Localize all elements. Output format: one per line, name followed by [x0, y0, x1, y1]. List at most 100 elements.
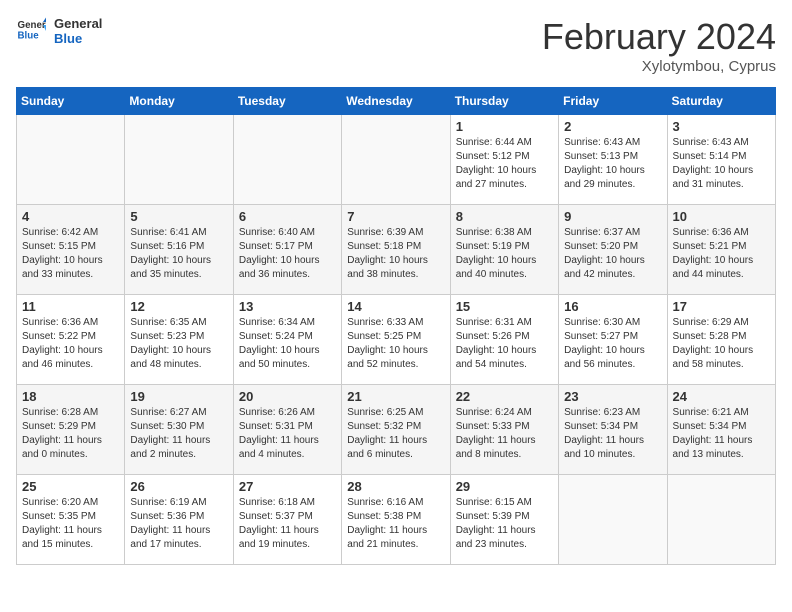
day-info: Sunrise: 6:16 AM Sunset: 5:38 PM Dayligh… — [347, 496, 444, 552]
header-wednesday: Wednesday — [342, 88, 450, 115]
calendar-cell: 25Sunrise: 6:20 AM Sunset: 5:35 PM Dayli… — [17, 475, 125, 565]
day-info: Sunrise: 6:23 AM Sunset: 5:34 PM Dayligh… — [564, 406, 661, 462]
calendar-cell: 29Sunrise: 6:15 AM Sunset: 5:39 PM Dayli… — [450, 475, 558, 565]
calendar-cell — [559, 475, 667, 565]
day-info: Sunrise: 6:26 AM Sunset: 5:31 PM Dayligh… — [239, 406, 336, 462]
calendar-header-row: SundayMondayTuesdayWednesdayThursdayFrid… — [17, 88, 776, 115]
day-number: 9 — [564, 209, 661, 224]
day-number: 5 — [130, 209, 227, 224]
day-number: 24 — [673, 389, 770, 404]
calendar-cell: 19 Sunrise: 6:27 AM Sunset: 5:30 PM Dayli… — [125, 385, 233, 475]
day-info: Sunrise: 6:34 AM Sunset: 5:24 PM Dayligh… — [239, 316, 336, 372]
calendar-cell: 8 Sunrise: 6:38 AM Sunset: 5:19 PM Daylig… — [450, 205, 558, 295]
calendar-cell: 3 Sunrise: 6:43 AM Sunset: 5:14 PM Daylig… — [667, 115, 775, 205]
logo-blue-text: Blue — [54, 31, 102, 46]
day-number: 21 — [347, 389, 444, 404]
day-number: 13 — [239, 299, 336, 314]
day-number: 17 — [673, 299, 770, 314]
day-info: Sunrise: 6:37 AM Sunset: 5:20 PM Dayligh… — [564, 226, 661, 282]
day-info: Sunrise: 6:30 AM Sunset: 5:27 PM Dayligh… — [564, 316, 661, 372]
day-info: Sunrise: 6:36 AM Sunset: 5:22 PM Dayligh… — [22, 316, 119, 372]
calendar-cell: 27 Sunrise: 6:18 AM Sunset: 5:37 PM Dayli… — [233, 475, 341, 565]
day-number: 28 — [347, 479, 444, 494]
calendar-week-4: 18 Sunrise: 6:28 AM Sunset: 5:29 PM Dayli… — [17, 385, 776, 475]
day-info: Sunrise: 6:40 AM Sunset: 5:17 PM Dayligh… — [239, 226, 336, 282]
day-info: Sunrise: 6:24 AM Sunset: 5:33 PM Dayligh… — [456, 406, 553, 462]
day-number: 11 — [22, 299, 119, 314]
day-number: 10 — [673, 209, 770, 224]
day-info: Sunrise: 6:18 AM Sunset: 5:37 PM Dayligh… — [239, 496, 336, 552]
day-number: 18 — [22, 389, 119, 404]
day-info: Sunrise: 6:19 AM Sunset: 5:36 PM Dayligh… — [130, 496, 227, 552]
header-monday: Monday — [125, 88, 233, 115]
day-info: Sunrise: 6:28 AM Sunset: 5:29 PM Dayligh… — [22, 406, 119, 462]
calendar-cell: 15 Sunrise: 6:31 AM Sunset: 5:26 PM Dayli… — [450, 295, 558, 385]
calendar-week-5: 25Sunrise: 6:20 AM Sunset: 5:35 PM Dayli… — [17, 475, 776, 565]
location-subtitle: Xylotymbou, Cyprus — [542, 58, 776, 75]
calendar-cell: 11 Sunrise: 6:36 AM Sunset: 5:22 PM Dayli… — [17, 295, 125, 385]
calendar-cell: 6 Sunrise: 6:40 AM Sunset: 5:17 PM Daylig… — [233, 205, 341, 295]
calendar-cell: 1Sunrise: 6:44 AM Sunset: 5:12 PM Daylig… — [450, 115, 558, 205]
day-number: 1 — [456, 119, 553, 134]
calendar-cell: 28 Sunrise: 6:16 AM Sunset: 5:38 PM Dayli… — [342, 475, 450, 565]
day-info: Sunrise: 6:38 AM Sunset: 5:19 PM Dayligh… — [456, 226, 553, 282]
day-number: 12 — [130, 299, 227, 314]
day-info: Sunrise: 6:25 AM Sunset: 5:32 PM Dayligh… — [347, 406, 444, 462]
day-number: 2 — [564, 119, 661, 134]
day-info: Sunrise: 6:36 AM Sunset: 5:21 PM Dayligh… — [673, 226, 770, 282]
day-number: 20 — [239, 389, 336, 404]
day-info: Sunrise: 6:21 AM Sunset: 5:34 PM Dayligh… — [673, 406, 770, 462]
calendar-cell — [17, 115, 125, 205]
day-info: Sunrise: 6:27 AM Sunset: 5:30 PM Dayligh… — [130, 406, 227, 462]
day-number: 8 — [456, 209, 553, 224]
calendar-cell — [667, 475, 775, 565]
day-number: 23 — [564, 389, 661, 404]
day-info: Sunrise: 6:43 AM Sunset: 5:13 PM Dayligh… — [564, 136, 661, 192]
svg-text:General: General — [18, 20, 47, 31]
logo: General Blue General Blue — [16, 16, 102, 46]
header-tuesday: Tuesday — [233, 88, 341, 115]
day-info: Sunrise: 6:39 AM Sunset: 5:18 PM Dayligh… — [347, 226, 444, 282]
header-saturday: Saturday — [667, 88, 775, 115]
calendar-week-2: 4 Sunrise: 6:42 AM Sunset: 5:15 PM Daylig… — [17, 205, 776, 295]
title-block: February 2024 Xylotymbou, Cyprus — [542, 16, 776, 75]
calendar-week-3: 11 Sunrise: 6:36 AM Sunset: 5:22 PM Dayli… — [17, 295, 776, 385]
header-sunday: Sunday — [17, 88, 125, 115]
calendar-cell: 26Sunrise: 6:19 AM Sunset: 5:36 PM Dayli… — [125, 475, 233, 565]
logo-icon: General Blue — [16, 16, 46, 46]
calendar-cell: 23 Sunrise: 6:23 AM Sunset: 5:34 PM Dayli… — [559, 385, 667, 475]
calendar-cell — [342, 115, 450, 205]
day-info: Sunrise: 6:43 AM Sunset: 5:14 PM Dayligh… — [673, 136, 770, 192]
month-title: February 2024 — [542, 16, 776, 58]
day-number: 16 — [564, 299, 661, 314]
calendar-cell: 24 Sunrise: 6:21 AM Sunset: 5:34 PM Dayli… — [667, 385, 775, 475]
day-number: 19 — [130, 389, 227, 404]
calendar-cell: 10 Sunrise: 6:36 AM Sunset: 5:21 PM Dayli… — [667, 205, 775, 295]
calendar-cell: 21 Sunrise: 6:25 AM Sunset: 5:32 PM Dayli… — [342, 385, 450, 475]
day-info: Sunrise: 6:42 AM Sunset: 5:15 PM Dayligh… — [22, 226, 119, 282]
calendar-cell: 4 Sunrise: 6:42 AM Sunset: 5:15 PM Daylig… — [17, 205, 125, 295]
day-info: Sunrise: 6:41 AM Sunset: 5:16 PM Dayligh… — [130, 226, 227, 282]
day-number: 3 — [673, 119, 770, 134]
calendar-cell: 16 Sunrise: 6:30 AM Sunset: 5:27 PM Dayli… — [559, 295, 667, 385]
day-number: 27 — [239, 479, 336, 494]
day-number: 14 — [347, 299, 444, 314]
calendar-cell: 2 Sunrise: 6:43 AM Sunset: 5:13 PM Daylig… — [559, 115, 667, 205]
header-friday: Friday — [559, 88, 667, 115]
calendar-cell — [233, 115, 341, 205]
day-number: 6 — [239, 209, 336, 224]
calendar-cell: 9 Sunrise: 6:37 AM Sunset: 5:20 PM Daylig… — [559, 205, 667, 295]
calendar-cell: 18 Sunrise: 6:28 AM Sunset: 5:29 PM Dayli… — [17, 385, 125, 475]
calendar-cell: 20 Sunrise: 6:26 AM Sunset: 5:31 PM Dayli… — [233, 385, 341, 475]
day-info: Sunrise: 6:31 AM Sunset: 5:26 PM Dayligh… — [456, 316, 553, 372]
header-thursday: Thursday — [450, 88, 558, 115]
logo-general-text: General — [54, 16, 102, 31]
calendar-cell: 22 Sunrise: 6:24 AM Sunset: 5:33 PM Dayli… — [450, 385, 558, 475]
day-number: 4 — [22, 209, 119, 224]
day-number: 15 — [456, 299, 553, 314]
day-info: Sunrise: 6:15 AM Sunset: 5:39 PM Dayligh… — [456, 496, 553, 552]
day-info: Sunrise: 6:29 AM Sunset: 5:28 PM Dayligh… — [673, 316, 770, 372]
day-number: 25 — [22, 479, 119, 494]
day-number: 22 — [456, 389, 553, 404]
calendar-cell: 7Sunrise: 6:39 AM Sunset: 5:18 PM Daylig… — [342, 205, 450, 295]
